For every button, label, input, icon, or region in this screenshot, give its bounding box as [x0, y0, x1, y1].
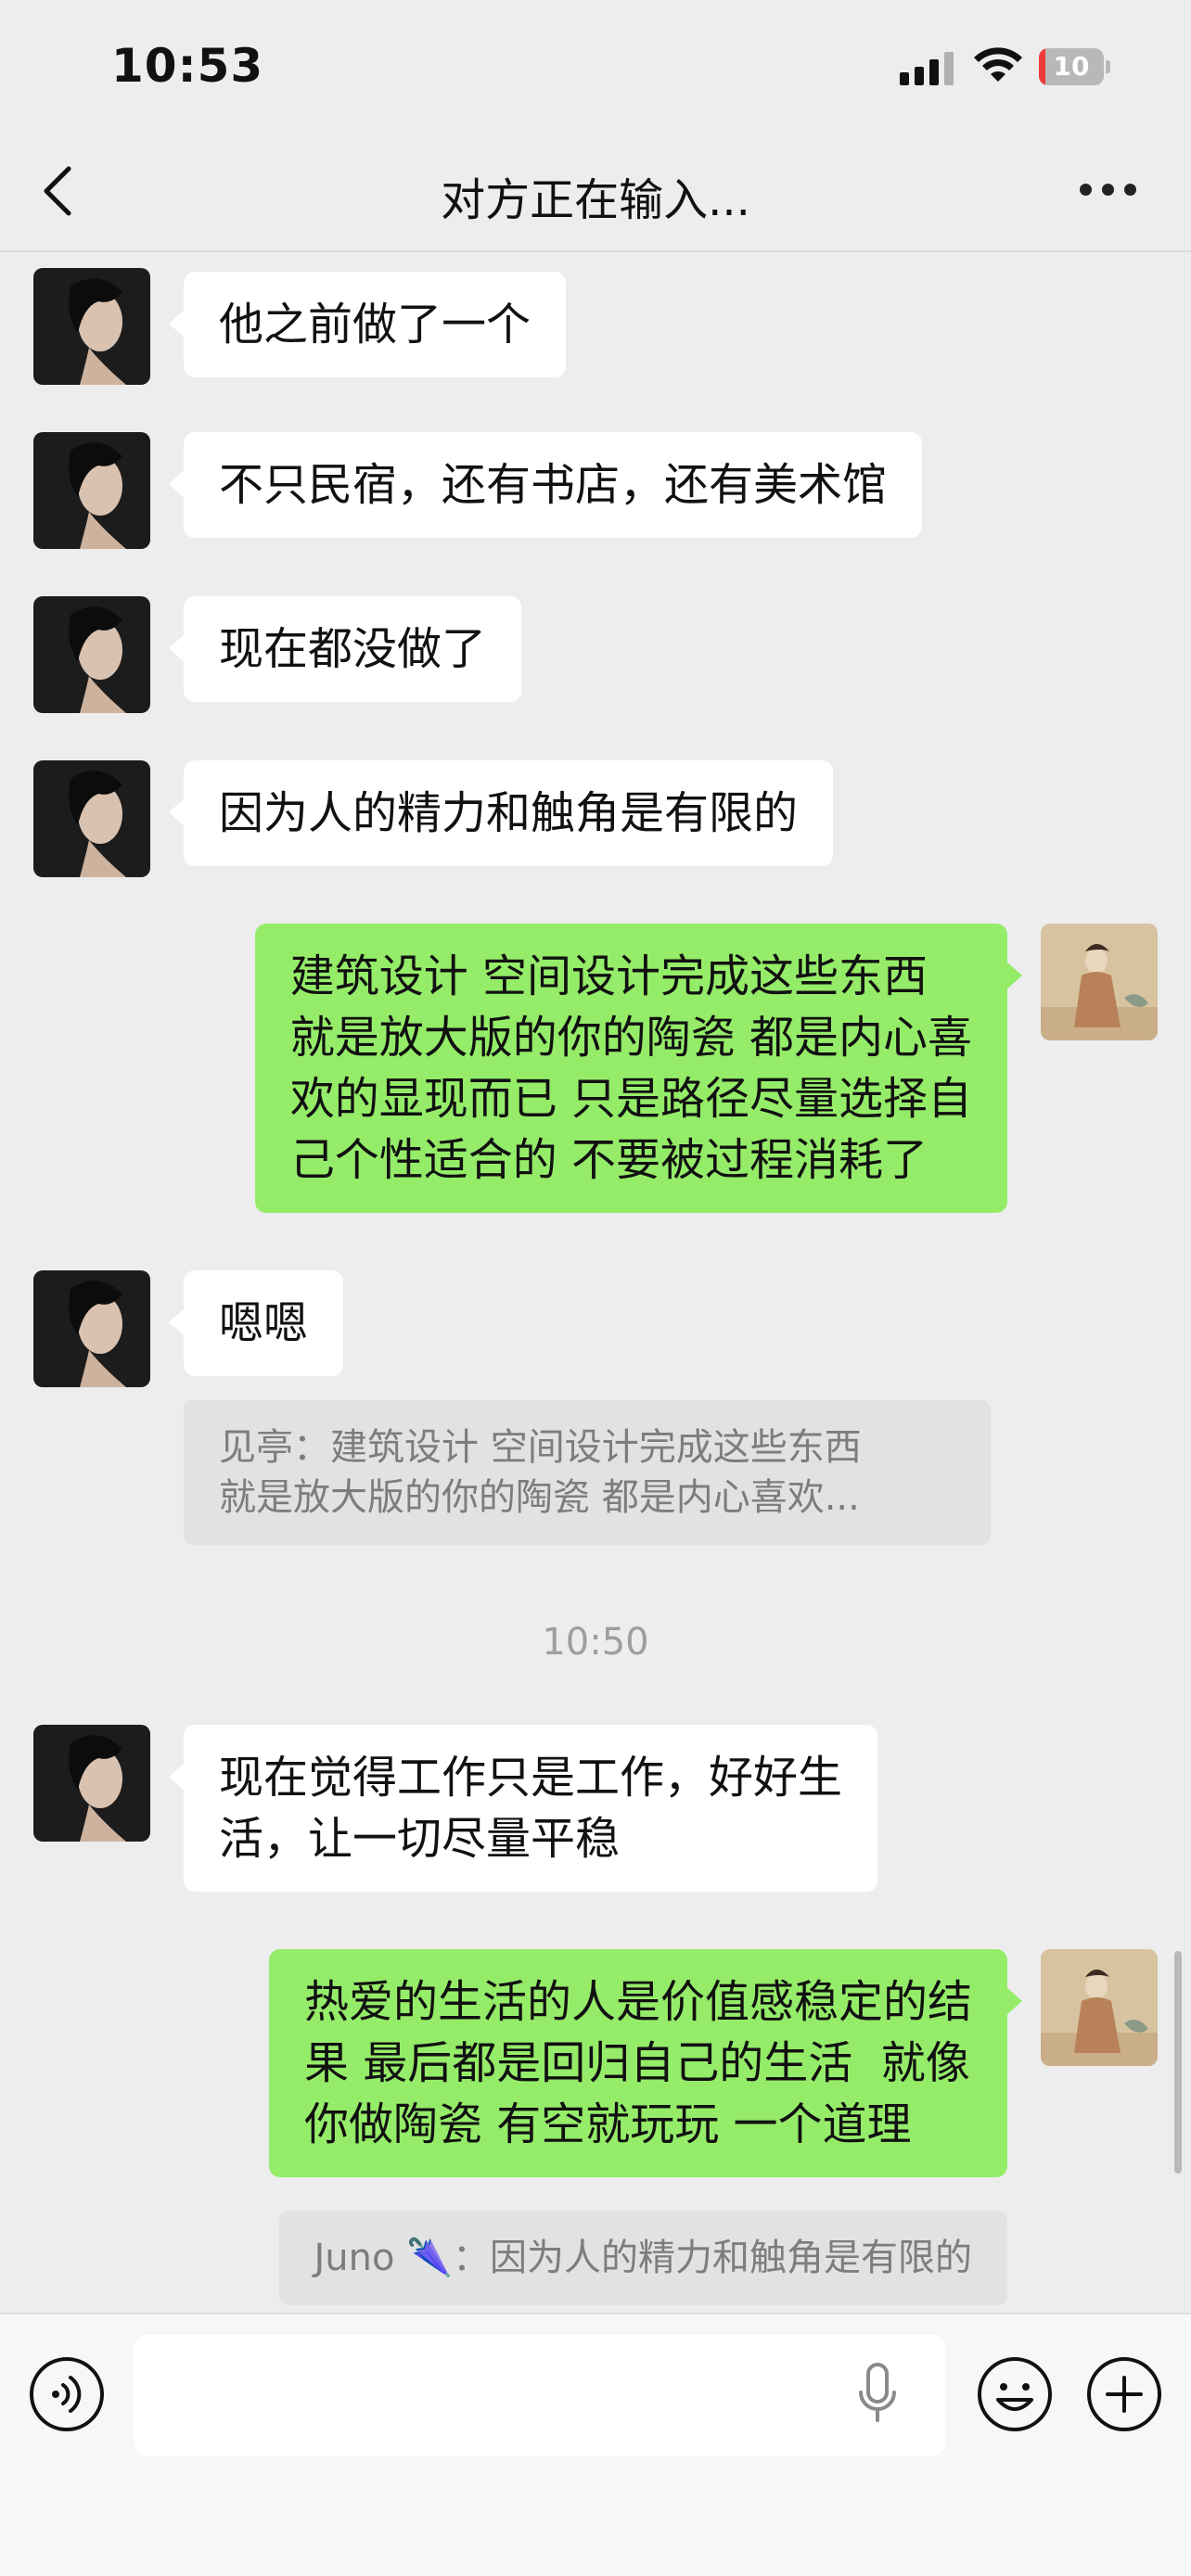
contact-avatar[interactable]	[33, 596, 150, 713]
incoming-message[interactable]: 嗯嗯	[168, 1270, 344, 1376]
battery-body: 10	[1039, 48, 1104, 85]
contact-avatar[interactable]	[33, 1725, 150, 1842]
status-bar: 10:53 10	[0, 0, 1191, 130]
chat-title: 对方正在输入...	[441, 174, 750, 226]
message-list[interactable]: 他之前做了一个 不只民宿，还有书店，还有美术馆 现在都没做了 因为人的精力和触角…	[0, 254, 1191, 2313]
message-input[interactable]	[134, 2335, 946, 2455]
outgoing-message[interactable]: 建筑设计 空间设计完成这些东西 就是放大版的你的陶瓷 都是内心喜 欢的显现而已 …	[254, 924, 1023, 1213]
my-avatar[interactable]	[1041, 1949, 1158, 2066]
outgoing-message[interactable]: 热爱的生活的人是价值感稳定的结 果 最后都是回归自己的生活 就像 你做陶瓷 有空…	[268, 1949, 1023, 2177]
chat-screen: 10:53 10 对方正在输入... 他之前做了一个 不只民宿，还有书店，还有美…	[0, 0, 1191, 2576]
incoming-message[interactable]: 现在觉得工作只是工作，好好生 活，让一切尽量平稳	[168, 1725, 878, 1892]
battery-level-text: 10	[1053, 51, 1090, 82]
emoji-icon[interactable]	[976, 2355, 1054, 2433]
cellular-signal-icon	[900, 52, 954, 85]
incoming-message[interactable]: 因为人的精力和触角是有限的	[168, 760, 834, 866]
status-time: 10:53	[111, 39, 264, 93]
contact-avatar[interactable]	[33, 1270, 150, 1387]
input-bar	[0, 2313, 1191, 2576]
quoted-reply[interactable]: Juno 🌂：因为人的精力和触角是有限的	[278, 2211, 1007, 2305]
wifi-icon	[974, 47, 1022, 82]
quoted-reply[interactable]: 见亭：建筑设计 空间设计完成这些东西 就是放大版的你的陶瓷 都是内心喜欢...	[184, 1400, 991, 1545]
battery-cap	[1106, 60, 1110, 73]
incoming-message[interactable]: 现在都没做了	[168, 596, 522, 702]
contact-avatar[interactable]	[33, 760, 150, 877]
plus-icon[interactable]	[1085, 2355, 1163, 2433]
nav-bar: 对方正在输入...	[0, 130, 1191, 252]
microphone-icon[interactable]	[853, 2357, 902, 2435]
voice-mode-icon[interactable]	[28, 2355, 106, 2433]
contact-avatar[interactable]	[33, 432, 150, 549]
time-divider: 10:50	[542, 1621, 649, 1664]
my-avatar[interactable]	[1041, 924, 1158, 1040]
incoming-message[interactable]: 他之前做了一个	[168, 272, 567, 377]
scrollbar[interactable]	[1174, 1951, 1182, 2174]
contact-avatar[interactable]	[33, 268, 150, 385]
ellipsis-icon[interactable]	[1076, 176, 1141, 204]
battery-icon: 10	[1039, 48, 1110, 85]
incoming-message[interactable]: 不只民宿，还有书店，还有美术馆	[168, 432, 923, 538]
